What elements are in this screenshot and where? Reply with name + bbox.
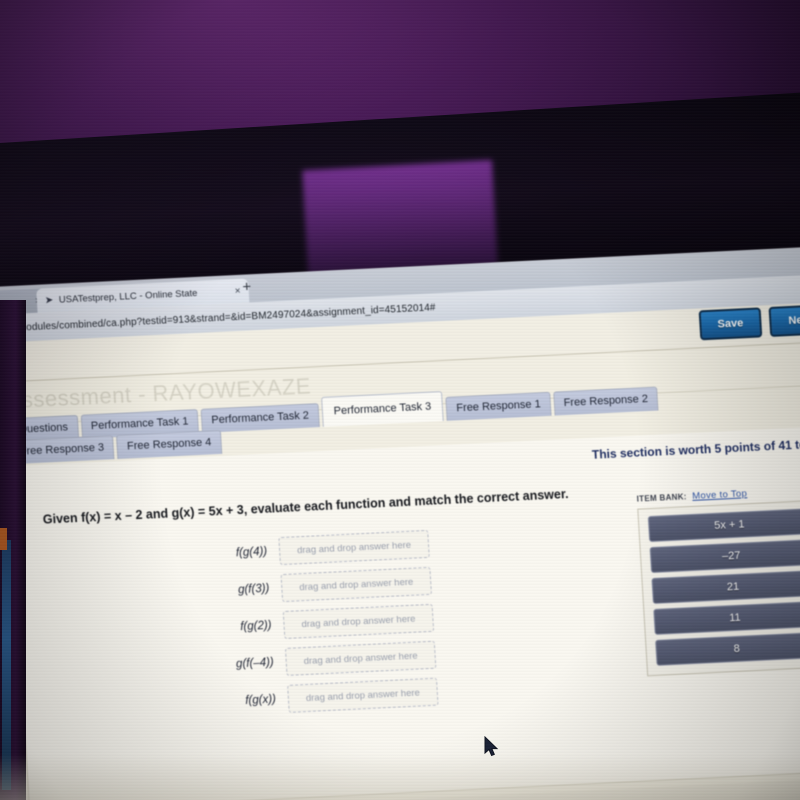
item-bank-tile[interactable]: 11	[653, 601, 800, 635]
close-icon[interactable]: ×	[234, 285, 240, 296]
section-tab-label: Free Response 4	[126, 436, 212, 453]
save-button[interactable]: Save	[698, 307, 763, 341]
section-tab-label: Performance Task 1	[90, 415, 189, 433]
match-list: f(g(4)) drag and drop answer here g(f(3)) d…	[204, 528, 439, 724]
section-tab-2[interactable]: Performance Task 2	[200, 403, 320, 433]
item-bank-tile[interactable]: 21	[651, 570, 800, 604]
section-content-panel: This section is worth 5 points of 41 tot…	[8, 425, 800, 800]
answer-dropzone[interactable]: drag and drop answer here	[278, 529, 430, 566]
match-row: g(f(–4)) drag and drop answer here	[211, 639, 437, 682]
section-tab-5[interactable]: Free Response 2	[552, 386, 659, 416]
answer-dropzone[interactable]: drag and drop answer here	[284, 640, 437, 676]
new-tab-button[interactable]: +	[242, 278, 252, 295]
section-tab-label: Performance Task 3	[333, 400, 432, 418]
points-note: This section is worth 5 points of 41 tot…	[591, 436, 800, 462]
section-tab-label: Free Response 2	[563, 393, 649, 410]
section-tab-label: Free Response 1	[456, 398, 542, 415]
match-row-label: f(g(2))	[239, 619, 272, 634]
section-tab-4[interactable]: Free Response 1	[445, 391, 552, 421]
next-button[interactable]: Next	[768, 303, 800, 337]
match-row: f(g(x)) drag and drop answer here	[213, 676, 439, 719]
item-bank-tile[interactable]: –27	[649, 539, 800, 574]
section-tab-row2-1[interactable]: Free Response 4	[116, 429, 223, 459]
assessment-page: Assessment - RAYOWEXAZE Questions Perform…	[0, 340, 800, 800]
match-row-label: g(f(–4))	[235, 656, 275, 671]
background-orange-edge	[0, 528, 7, 550]
match-row: f(g(4)) drag and drop answer here	[204, 528, 430, 571]
match-row-label: f(g(4))	[235, 545, 268, 560]
item-bank: ITEM BANK: Move to Top 5x + 1 –27 21 11 8	[636, 485, 800, 677]
item-bank-tile[interactable]: 8	[655, 632, 800, 666]
answer-dropzone[interactable]: drag and drop answer here	[282, 603, 435, 640]
cursor-icon: ➤	[44, 294, 54, 306]
section-tab-3[interactable]: Performance Task 3	[320, 391, 445, 427]
browser-tab-usatestprep-title: USATestprep, LLC - Online State	[58, 287, 198, 306]
match-row: g(f(3)) drag and drop answer here	[206, 565, 433, 608]
screenshot-root: lock × ➤ USATestprep, LLC - Online State…	[0, 0, 800, 800]
bezel-reflection	[302, 159, 498, 276]
answer-dropzone[interactable]: drag and drop answer here	[280, 566, 433, 603]
match-row-label: g(f(3))	[237, 582, 270, 597]
item-bank-tile[interactable]: 5x + 1	[647, 508, 800, 543]
match-row: f(g(2)) drag and drop answer here	[209, 602, 435, 645]
section-tab-label: Performance Task 2	[211, 409, 310, 427]
section-tab-label: Free Response 3	[19, 441, 105, 458]
match-row-label: f(g(x))	[244, 693, 277, 708]
laptop-screen: lock × ➤ USATestprep, LLC - Online State…	[0, 245, 800, 800]
item-bank-list: 5x + 1 –27 21 11 8	[637, 499, 800, 677]
background-blue-edge	[2, 540, 11, 790]
item-bank-label: ITEM BANK:	[636, 492, 688, 504]
move-to-top-link[interactable]: Move to Top	[692, 488, 747, 502]
answer-dropzone[interactable]: drag and drop answer here	[287, 677, 439, 713]
